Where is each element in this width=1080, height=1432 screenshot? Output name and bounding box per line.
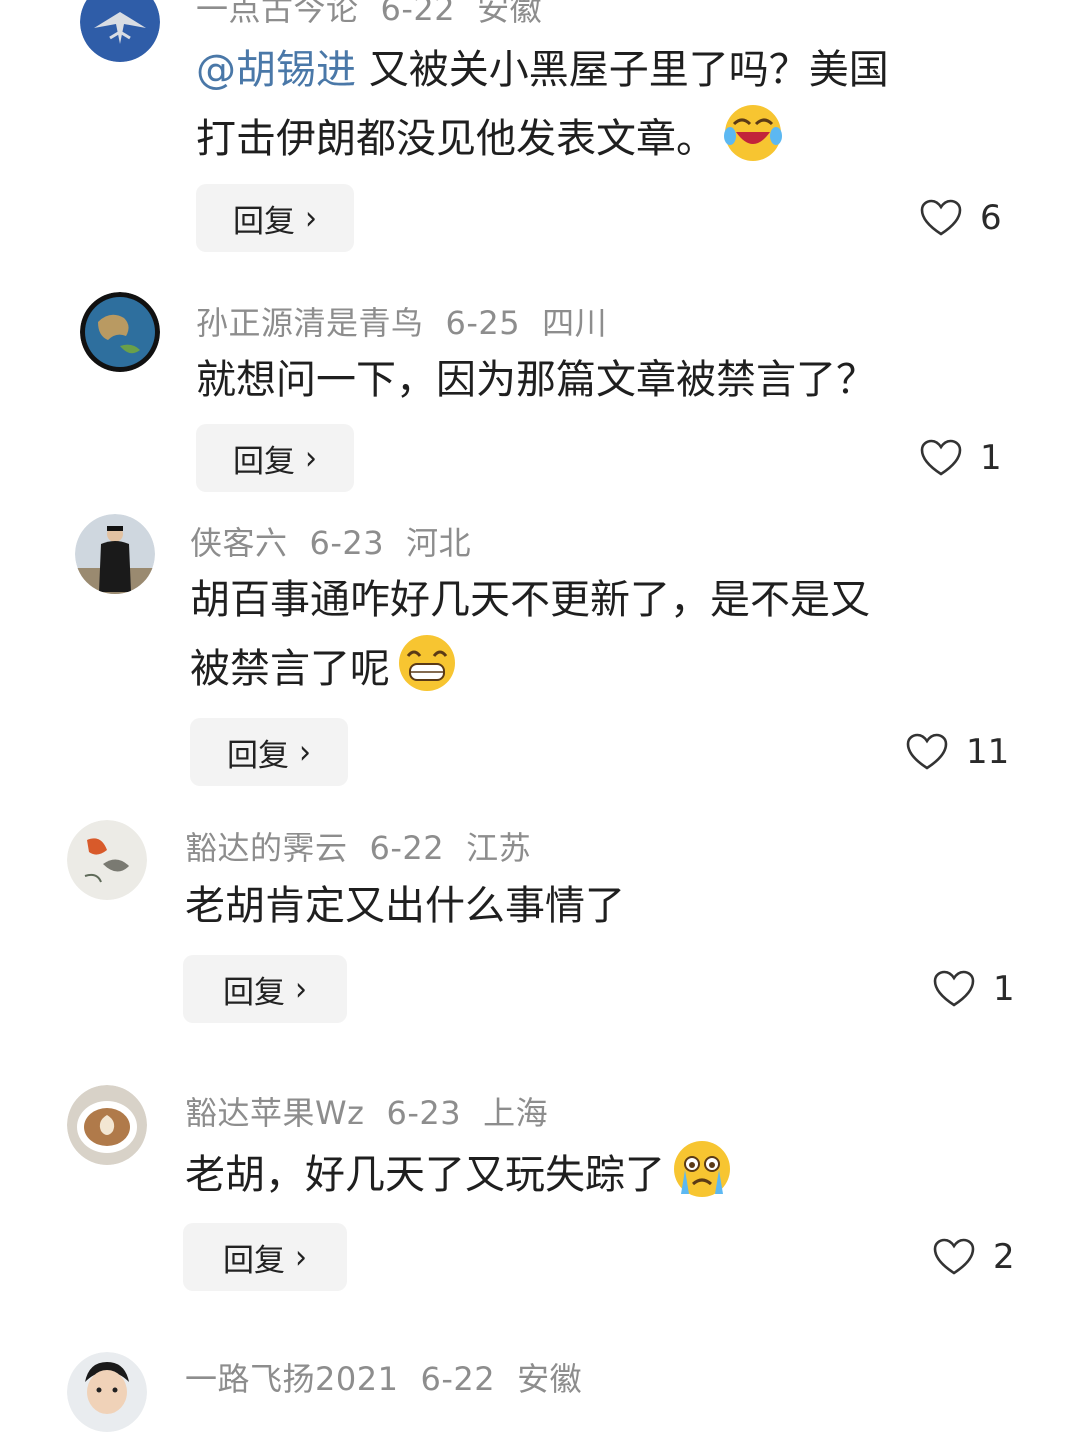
heart-outline-icon: [920, 199, 962, 236]
comment-text-line: 又被关小黑屋子里了吗？美国: [356, 47, 889, 93]
comment-meta: 一点古今论 6-22 安徽: [196, 0, 542, 30]
heart-outline-icon: [933, 970, 975, 1007]
mention-link[interactable]: @胡锡进: [196, 47, 356, 93]
reply-label: 回复: [227, 737, 289, 774]
heart-outline-icon: [933, 1238, 975, 1275]
comment-date: 6-22: [380, 0, 456, 28]
like-count: 2: [993, 1237, 1015, 1277]
avatar[interactable]: [67, 1085, 147, 1165]
comment-date: 6-22: [420, 1360, 496, 1398]
like-button[interactable]: 1: [920, 424, 1002, 492]
heart-outline-icon: [906, 733, 948, 770]
comment-location: 四川: [542, 304, 608, 342]
like-count: 1: [993, 969, 1015, 1009]
comment-text: 就想问一下，因为那篇文章被禁言了？: [196, 348, 996, 412]
comment-meta: 孙正源清是青鸟 6-25 四川: [196, 298, 607, 344]
reply-label: 回复: [233, 203, 295, 240]
like-button[interactable]: 6: [920, 184, 1002, 252]
reply-button[interactable]: 回复 ›: [196, 184, 354, 252]
username[interactable]: 侠客六: [190, 524, 288, 562]
chevron-right-icon: ›: [295, 969, 307, 1009]
chevron-right-icon: ›: [299, 732, 311, 772]
comment-text-line: 就想问一下，因为那篇文章被禁言了？: [196, 357, 876, 403]
laughing-crying-emoji-icon: [722, 102, 784, 164]
comment-text: 胡百事通咋好几天不更新了，是不是又 被禁言了呢: [190, 568, 990, 701]
like-button[interactable]: 11: [906, 718, 1009, 786]
comment-meta: 一路飞扬2021 6-22 安徽: [185, 1354, 582, 1400]
crying-emoji-icon: [671, 1138, 733, 1200]
reply-label: 回复: [223, 974, 285, 1011]
avatar[interactable]: [80, 0, 160, 62]
comment-date: 6-23: [309, 524, 385, 562]
comment-text-line: 老胡，好几天了又玩失踪了: [185, 1152, 665, 1198]
comment-meta: 豁达的霁云 6-22 江苏: [185, 823, 531, 869]
comment-text-line: 胡百事通咋好几天不更新了，是不是又: [190, 577, 870, 623]
avatar[interactable]: [67, 1352, 147, 1432]
like-count: 1: [980, 438, 1002, 478]
comment-text-line: 打击伊朗都没见他发表文章。: [196, 116, 716, 162]
reply-button[interactable]: 回复 ›: [196, 424, 354, 492]
reply-label: 回复: [233, 443, 295, 480]
like-count: 11: [966, 732, 1010, 772]
reply-button[interactable]: 回复 ›: [183, 955, 347, 1023]
comment-item: 一点古今论 6-22 安徽 @胡锡进 又被关小黑屋子里了吗？美国 打击伊朗都没见他发…: [0, 0, 1080, 270]
comment-text: 老胡肯定又出什么事情了: [185, 874, 985, 938]
comment-text: 老胡，好几天了又玩失踪了: [185, 1138, 985, 1207]
username[interactable]: 豁达的霁云: [185, 829, 348, 867]
chevron-right-icon: ›: [295, 1237, 307, 1277]
comment-date: 6-25: [445, 304, 521, 342]
comment-location: 安徽: [517, 1360, 583, 1398]
reply-button[interactable]: 回复 ›: [190, 718, 348, 786]
username[interactable]: 豁达苹果Wz: [185, 1094, 364, 1132]
comment-text-line: 被禁言了呢: [190, 646, 390, 692]
comment-location: 上海: [483, 1094, 549, 1132]
comment-date: 6-22: [369, 829, 445, 867]
comment-meta: 侠客六 6-23 河北: [190, 518, 471, 564]
comment-date: 6-23: [386, 1094, 462, 1132]
like-button[interactable]: 2: [933, 1223, 1015, 1291]
username[interactable]: 孙正源清是青鸟: [196, 304, 424, 342]
comment-text-line: 老胡肯定又出什么事情了: [185, 883, 625, 929]
heart-outline-icon: [920, 439, 962, 476]
comment-location: 江苏: [466, 829, 532, 867]
comment-text: @胡锡进 又被关小黑屋子里了吗？美国 打击伊朗都没见他发表文章。: [196, 38, 996, 171]
reply-label: 回复: [223, 1242, 285, 1279]
chevron-right-icon: ›: [305, 438, 317, 478]
avatar[interactable]: [75, 514, 155, 594]
comment-location: 安徽: [477, 0, 543, 28]
grinning-emoji-icon: [396, 632, 458, 694]
reply-button[interactable]: 回复 ›: [183, 1223, 347, 1291]
chevron-right-icon: ›: [305, 198, 317, 238]
comment-location: 河北: [406, 524, 472, 562]
like-count: 6: [980, 198, 1002, 238]
username[interactable]: 一路飞扬2021: [185, 1360, 398, 1398]
avatar[interactable]: [80, 292, 160, 372]
comment-meta: 豁达苹果Wz 6-23 上海: [185, 1088, 548, 1134]
like-button[interactable]: 1: [933, 955, 1015, 1023]
username[interactable]: 一点古今论: [196, 0, 359, 28]
avatar[interactable]: [67, 820, 147, 900]
